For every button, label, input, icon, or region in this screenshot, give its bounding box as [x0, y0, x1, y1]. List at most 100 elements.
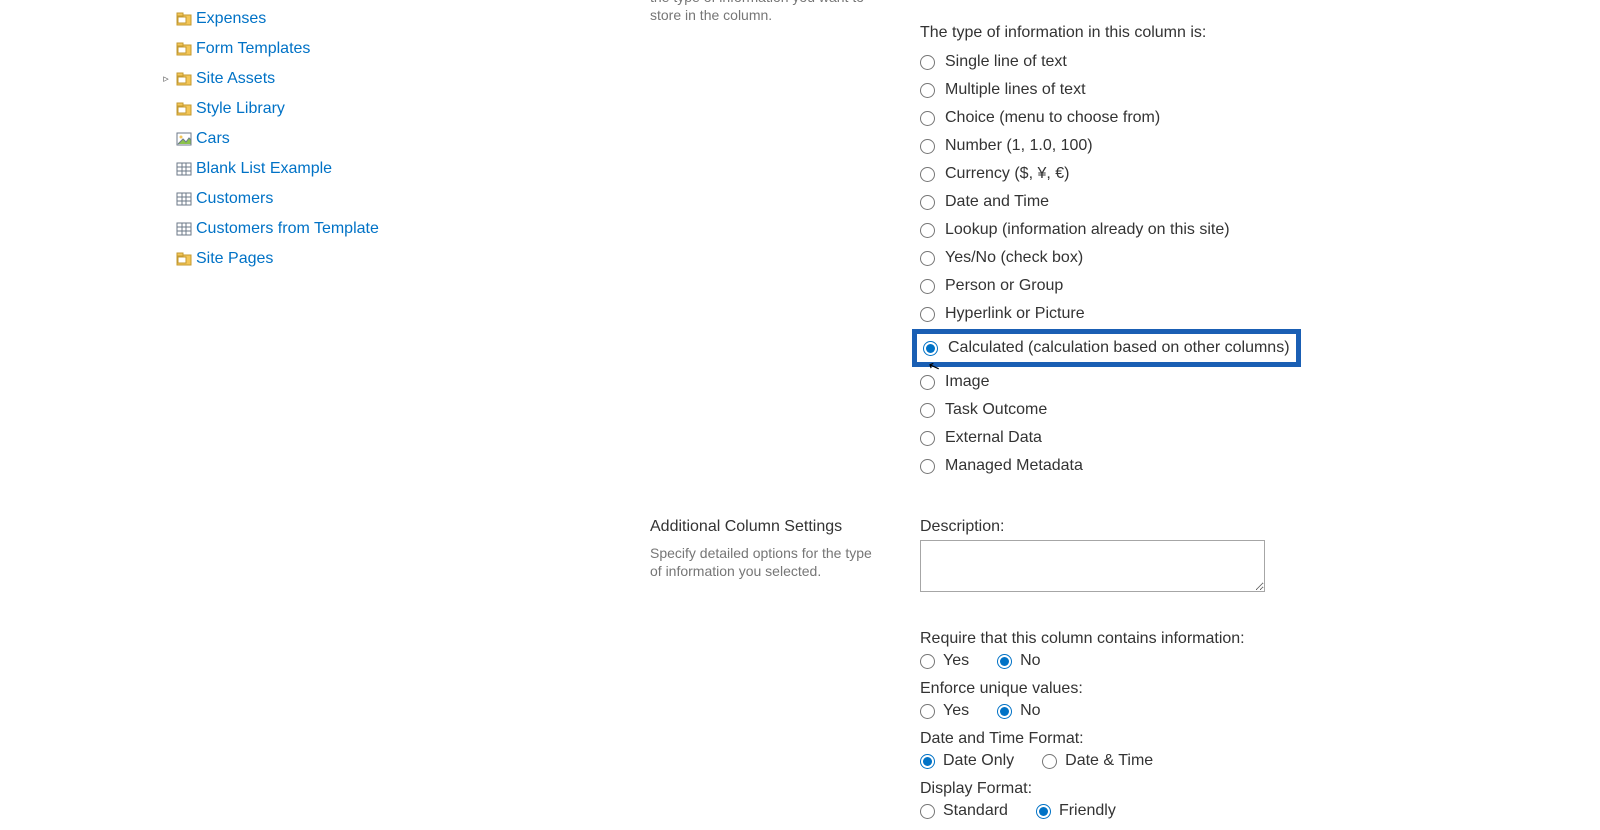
require-no-radio[interactable]: [997, 654, 1012, 669]
column-type-radio[interactable]: [920, 251, 935, 266]
tree-link[interactable]: Site Pages: [196, 246, 273, 272]
column-type-option: Person or Group: [920, 272, 1550, 300]
column-type-options: Single line of text Multiple lines of tex…: [920, 48, 1550, 480]
display-format-options: Standard Friendly: [920, 802, 1550, 820]
require-no-label: No: [1020, 652, 1040, 670]
column-type-option: Task Outcome: [920, 396, 1550, 424]
tree-item: Customers from Template: [140, 216, 520, 242]
column-type-option: Managed Metadata: [920, 452, 1550, 480]
tree-link[interactable]: Customers from Template: [196, 216, 379, 242]
column-type-label: Currency ($, ¥, €): [945, 162, 1069, 186]
column-type-option: Image: [920, 368, 1550, 396]
column-type-radio[interactable]: [920, 55, 935, 70]
folder-icon: [176, 11, 192, 27]
tree-link[interactable]: Expenses: [196, 6, 266, 32]
tree-item: ▹ Site Assets: [140, 66, 520, 92]
list-icon: [176, 161, 192, 177]
type-help-text: the type of information you want to stor…: [650, 0, 880, 24]
column-type-radio[interactable]: [920, 111, 935, 126]
tree-item: Cars: [140, 126, 520, 152]
column-type-radio[interactable]: [923, 341, 938, 356]
tree-link[interactable]: Customers: [196, 186, 273, 212]
standard-radio[interactable]: [920, 804, 935, 819]
require-label: Require that this column contains inform…: [920, 630, 1550, 648]
column-type-option: Choice (menu to choose from): [920, 104, 1550, 132]
column-type-label: Multiple lines of text: [945, 78, 1086, 102]
tree-expander-icon[interactable]: ▸: [140, 0, 152, 2]
tree-item: Form Templates: [140, 36, 520, 62]
tree-link[interactable]: Documents: [176, 0, 257, 2]
additional-settings-help: Specify detailed options for the type of…: [650, 544, 880, 580]
date-and-time-label: Date & Time: [1065, 752, 1153, 770]
date-only-radio[interactable]: [920, 754, 935, 769]
tree-link[interactable]: Form Templates: [196, 36, 310, 62]
tree-item: Expenses: [140, 6, 520, 32]
datetime-format-label: Date and Time Format:: [920, 730, 1550, 748]
description-textarea[interactable]: [920, 540, 1265, 592]
tree-expander-icon[interactable]: ▹: [160, 66, 172, 92]
column-type-radio[interactable]: [920, 279, 935, 294]
column-type-option: Number (1, 1.0, 100): [920, 132, 1550, 160]
navigation-tree: ▸ Documents Expenses Form Templates ▹ Site As…: [140, 0, 520, 276]
tree-link[interactable]: Cars: [196, 126, 230, 152]
column-type-label: Yes/No (check box): [945, 246, 1083, 270]
unique-no-radio[interactable]: [997, 704, 1012, 719]
column-type-radio[interactable]: [920, 223, 935, 238]
column-type-label: Hyperlink or Picture: [945, 302, 1085, 326]
column-type-label: Number (1, 1.0, 100): [945, 134, 1093, 158]
folder-icon: [176, 71, 192, 87]
column-type-radio[interactable]: [920, 459, 935, 474]
unique-options: Yes No: [920, 702, 1550, 720]
friendly-label: Friendly: [1059, 802, 1116, 820]
require-yes-radio[interactable]: [920, 654, 935, 669]
column-type-heading: The type of information in this column i…: [920, 24, 1550, 42]
list-icon: [176, 191, 192, 207]
friendly-radio[interactable]: [1036, 804, 1051, 819]
column-type-radio[interactable]: [920, 167, 935, 182]
unique-yes-radio[interactable]: [920, 704, 935, 719]
column-type-option: Lookup (information already on this site…: [920, 216, 1550, 244]
column-type-radio[interactable]: [920, 403, 935, 418]
tree-item: ▸ Documents: [140, 0, 520, 2]
column-type-radio[interactable]: [920, 431, 935, 446]
require-options: Yes No: [920, 652, 1550, 670]
date-only-label: Date Only: [943, 752, 1014, 770]
list-icon: [176, 221, 192, 237]
standard-label: Standard: [943, 802, 1008, 820]
column-type-radio[interactable]: [920, 195, 935, 210]
tree-item: Style Library: [140, 96, 520, 122]
column-type-label: Lookup (information already on this site…: [945, 218, 1230, 242]
column-type-option: Single line of text: [920, 48, 1550, 76]
tree-link[interactable]: Site Assets: [196, 66, 275, 92]
folder-icon: [176, 251, 192, 267]
tree-item: Blank List Example: [140, 156, 520, 182]
tree-item: Site Pages: [140, 246, 520, 272]
column-type-label: Choice (menu to choose from): [945, 106, 1160, 130]
column-type-option: Multiple lines of text: [920, 76, 1550, 104]
column-type-label: Managed Metadata: [945, 454, 1083, 478]
unique-no-label: No: [1020, 702, 1040, 720]
column-type-label: Task Outcome: [945, 398, 1047, 422]
column-type-label: Date and Time: [945, 190, 1049, 214]
column-type-label: Single line of text: [945, 50, 1067, 74]
column-type-label: Image: [945, 370, 989, 394]
display-format-label: Display Format:: [920, 780, 1550, 798]
unique-label: Enforce unique values:: [920, 680, 1550, 698]
image-icon: [176, 131, 192, 147]
selected-highlight: Calculated (calculation based on other c…: [912, 329, 1301, 367]
column-type-option: External Data: [920, 424, 1550, 452]
column-type-radio[interactable]: [920, 139, 935, 154]
date-and-time-radio[interactable]: [1042, 754, 1057, 769]
tree-link[interactable]: Blank List Example: [196, 156, 332, 182]
require-yes-label: Yes: [943, 652, 969, 670]
column-type-radio[interactable]: [920, 375, 935, 390]
tree-item: Customers: [140, 186, 520, 212]
tree-link[interactable]: Style Library: [196, 96, 285, 122]
column-type-option: Calculated (calculation based on other c…: [920, 328, 1550, 368]
column-type-option: Currency ($, ¥, €): [920, 160, 1550, 188]
additional-settings-heading: Additional Column Settings: [650, 518, 900, 536]
column-settings-form: the type of information you want to stor…: [650, 0, 1550, 830]
column-type-label: Person or Group: [945, 274, 1063, 298]
column-type-radio[interactable]: [920, 83, 935, 98]
column-type-radio[interactable]: [920, 307, 935, 322]
